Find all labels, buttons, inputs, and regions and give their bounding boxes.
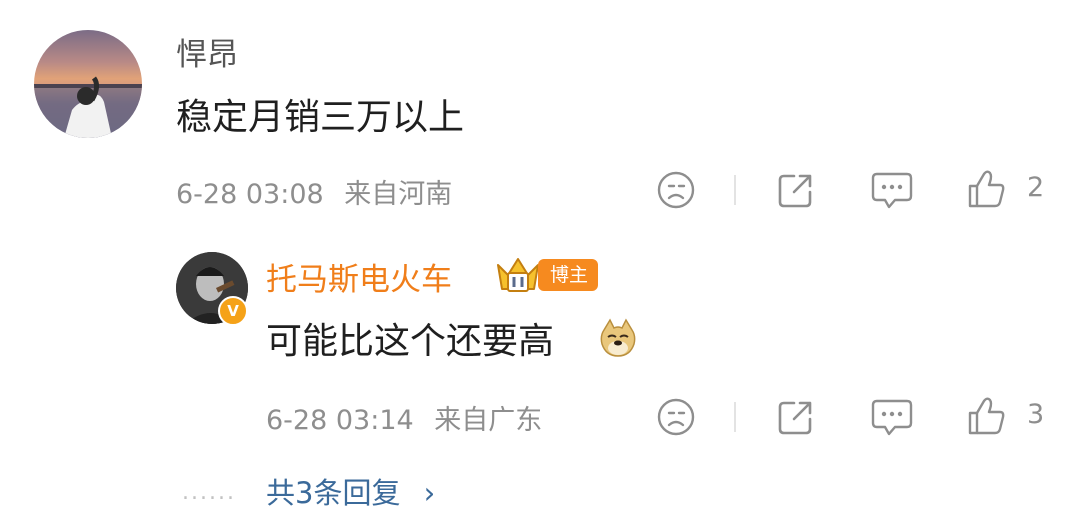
- reply-text: 可能比这个还要高: [266, 321, 555, 362]
- verified-badge: V: [218, 296, 248, 326]
- action-divider: [734, 402, 736, 432]
- comment-icon[interactable]: [871, 170, 913, 210]
- comment-text: 稳定月销三万以上: [176, 97, 465, 138]
- chevron-right-icon: ›: [423, 476, 436, 510]
- thumbs-up-icon[interactable]: [966, 168, 1008, 210]
- reply-location: 来自广东: [434, 405, 543, 436]
- share-icon[interactable]: [776, 170, 816, 210]
- like-count: 3: [1027, 399, 1045, 430]
- blogger-badge: 博主: [538, 259, 599, 291]
- commenter-avatar[interactable]: [34, 30, 142, 138]
- like-count: 2: [1027, 172, 1045, 203]
- comment-meta: 6-28 03:08 来自河南: [176, 172, 452, 211]
- commenter-username[interactable]: 悍昂: [176, 29, 238, 74]
- comment-time: 6-28 03:08: [176, 179, 324, 210]
- reply-time: 6-28 03:14: [266, 405, 414, 436]
- crown-badge-icon: [494, 255, 542, 295]
- sad-face-icon[interactable]: [656, 170, 696, 210]
- action-divider: [734, 175, 736, 205]
- thumbs-up-icon[interactable]: [966, 395, 1008, 437]
- reply-meta: 6-28 03:14 来自广东: [266, 398, 542, 437]
- comment-location: 来自河南: [344, 179, 453, 210]
- sad-face-icon[interactable]: [656, 397, 696, 437]
- share-icon[interactable]: [776, 397, 816, 437]
- replier-username[interactable]: 托马斯电火车: [266, 254, 452, 299]
- comment-icon[interactable]: [871, 397, 913, 437]
- more-replies-label: 共3条回复: [266, 476, 401, 510]
- doge-emoji-icon: [598, 318, 638, 358]
- view-more-replies-link[interactable]: 共3条回复 ›: [266, 470, 435, 512]
- more-replies-dots: ......: [182, 480, 236, 505]
